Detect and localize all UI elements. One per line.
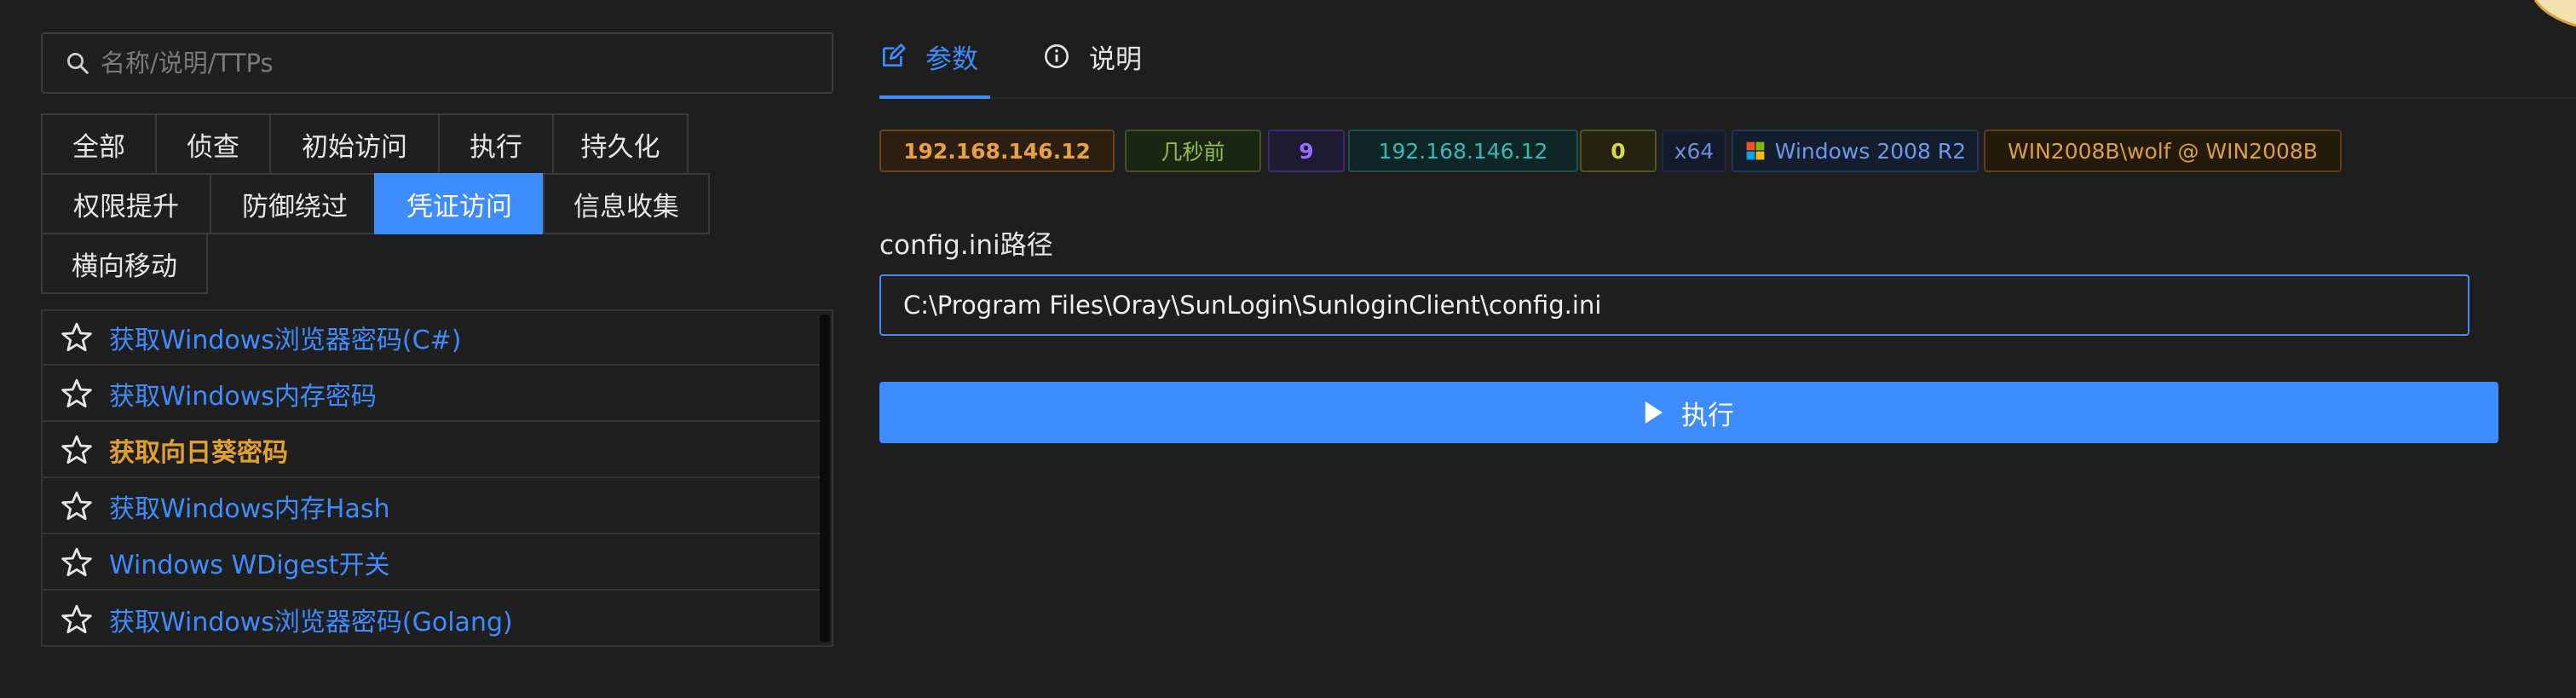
tab-params[interactable]: 参数 bbox=[879, 36, 978, 77]
category-discovery[interactable]: 信息收集 bbox=[543, 173, 710, 234]
last-seen-badge: 几秒前 bbox=[1125, 130, 1261, 172]
config-path-input[interactable] bbox=[879, 274, 2469, 336]
category-defense-evasion[interactable]: 防御绕过 bbox=[210, 173, 380, 234]
search-icon bbox=[67, 53, 89, 74]
category-execution[interactable]: 执行 bbox=[438, 113, 554, 175]
user-badge: WIN2008B\wolf @ WIN2008B bbox=[1984, 130, 2342, 172]
category-all[interactable]: 全部 bbox=[41, 113, 157, 175]
module-label: 获取Windows浏览器密码(Golang) bbox=[109, 608, 513, 637]
module-item[interactable]: 获取Windows内存密码 bbox=[43, 367, 820, 422]
module-list: 获取Windows浏览器密码(C#) 获取Windows内存密码 获取向日葵密码… bbox=[41, 309, 833, 647]
ip-badge: 192.168.146.12 bbox=[1348, 130, 1578, 172]
category-lateral-movement[interactable]: 横向移动 bbox=[41, 233, 208, 294]
category-recon[interactable]: 侦查 bbox=[155, 113, 271, 175]
module-item[interactable]: 获取Windows内存Hash bbox=[43, 480, 820, 534]
module-item[interactable]: 获取Windows浏览器密码(C#) bbox=[43, 311, 820, 366]
sleep-badge: 9 bbox=[1268, 130, 1345, 172]
module-label: Windows WDigest开关 bbox=[109, 551, 390, 580]
search-input[interactable] bbox=[101, 49, 816, 78]
category-persistence[interactable]: 持久化 bbox=[552, 113, 689, 175]
tab-description-label: 说明 bbox=[1089, 43, 1142, 75]
star-icon[interactable] bbox=[60, 603, 94, 637]
search-box[interactable] bbox=[41, 32, 833, 94]
star-icon[interactable] bbox=[60, 320, 94, 355]
list-scrollbar[interactable] bbox=[820, 314, 830, 642]
module-item-selected[interactable]: 获取向日葵密码 bbox=[43, 424, 820, 478]
detail-panel: 参数 说明 192.168.146.12 几秒前 9 192.168.146.1… bbox=[879, 0, 2576, 698]
config-path-label: config.ini路径 bbox=[879, 230, 1053, 261]
tab-description[interactable]: 说明 bbox=[1043, 36, 1142, 77]
tab-divider bbox=[879, 97, 2576, 99]
star-icon[interactable] bbox=[60, 433, 94, 467]
module-label: 获取Windows内存Hash bbox=[109, 494, 390, 524]
corner-decoration-icon bbox=[2533, 0, 2576, 27]
module-item[interactable]: 获取Windows浏览器密码(Golang) bbox=[43, 592, 820, 647]
windows-logo-icon bbox=[1746, 141, 1765, 160]
execute-button[interactable]: 执行 bbox=[879, 382, 2498, 443]
info-icon bbox=[1045, 44, 1069, 68]
edit-icon bbox=[883, 43, 906, 66]
star-icon[interactable] bbox=[60, 545, 94, 580]
pid-badge: 0 bbox=[1580, 130, 1657, 172]
module-label: 获取Windows浏览器密码(C#) bbox=[109, 326, 462, 355]
category-privilege-escalation[interactable]: 权限提升 bbox=[41, 173, 211, 234]
tab-params-label: 参数 bbox=[925, 43, 978, 75]
module-label: 获取Windows内存密码 bbox=[109, 382, 377, 412]
module-item[interactable]: Windows WDigest开关 bbox=[43, 536, 820, 591]
os-badge: Windows 2008 R2 bbox=[1732, 130, 1979, 172]
play-icon bbox=[1645, 401, 1663, 424]
os-badge-label: Windows 2008 R2 bbox=[1774, 138, 1967, 164]
host-badge: 192.168.146.12 bbox=[879, 130, 1115, 172]
active-tab-indicator bbox=[879, 95, 990, 99]
star-icon[interactable] bbox=[60, 489, 94, 523]
arch-badge: x64 bbox=[1662, 130, 1726, 172]
module-label: 获取向日葵密码 bbox=[109, 438, 288, 468]
category-credential-access[interactable]: 凭证访问 bbox=[374, 173, 545, 234]
category-initial-access[interactable]: 初始访问 bbox=[269, 113, 440, 175]
star-icon[interactable] bbox=[60, 377, 94, 411]
execute-button-label: 执行 bbox=[1681, 400, 1734, 431]
